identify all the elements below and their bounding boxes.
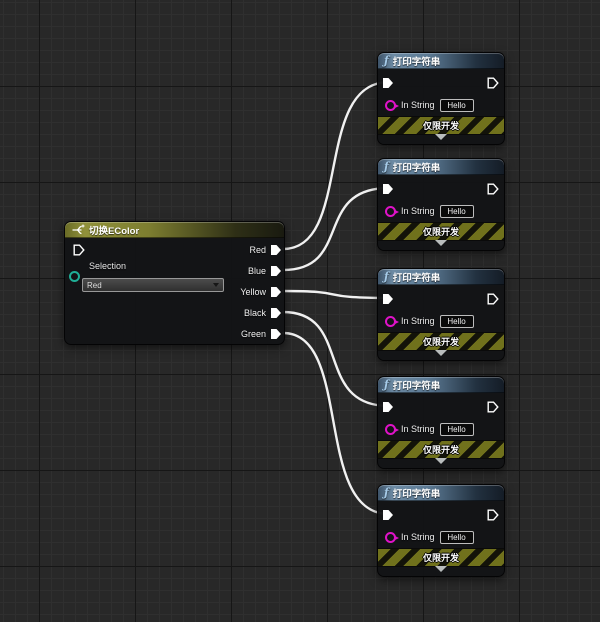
in-string-value-box[interactable]: Hello: [440, 205, 474, 218]
exec-output-pin-yellow[interactable]: [270, 286, 282, 298]
development-only-text: 仅限开发: [423, 335, 459, 348]
print-node-header[interactable]: ƒ 打印字符串: [378, 269, 504, 285]
collapse-arrow-icon[interactable]: [435, 240, 447, 246]
development-only-banner: 仅限开发: [378, 440, 504, 459]
function-icon: ƒ: [384, 378, 389, 391]
print-node-header[interactable]: ƒ 打印字符串: [378, 159, 504, 175]
in-string-label: In String: [401, 532, 435, 542]
development-only-banner: 仅限开发: [378, 548, 504, 567]
output-label: Yellow: [240, 287, 266, 297]
exec-output-pin[interactable]: [487, 293, 499, 305]
exec-input-pin[interactable]: [382, 77, 394, 89]
function-icon: ƒ: [384, 270, 389, 283]
print-node-header[interactable]: ƒ 打印字符串: [378, 53, 504, 69]
print-node-title: 打印字符串: [393, 486, 441, 500]
print-node-title: 打印字符串: [393, 378, 441, 392]
switch-icon: [71, 224, 85, 236]
output-row-green: Green: [241, 327, 282, 341]
print-node-header[interactable]: ƒ 打印字符串: [378, 485, 504, 501]
collapse-arrow-icon[interactable]: [435, 458, 447, 464]
print-node-title: 打印字符串: [393, 160, 441, 174]
collapse-arrow-icon[interactable]: [435, 134, 447, 140]
selection-enum-pin[interactable]: [69, 271, 80, 282]
development-only-text: 仅限开发: [423, 119, 459, 132]
wire-green-to-print-5[interactable]: [283, 333, 389, 514]
exec-input-pin[interactable]: [73, 244, 85, 256]
development-only-banner: 仅限开发: [378, 116, 504, 135]
output-row-blue: Blue: [248, 264, 282, 278]
exec-output-pin-blue[interactable]: [270, 265, 282, 277]
print-string-node-1[interactable]: ƒ 打印字符串 In String Hello 仅限开发: [377, 52, 505, 145]
print-node-title: 打印字符串: [393, 54, 441, 68]
exec-output-pin[interactable]: [487, 77, 499, 89]
wire-black-to-print-4[interactable]: [283, 312, 389, 406]
in-string-label: In String: [401, 316, 435, 326]
in-string-value-box[interactable]: Hello: [440, 315, 474, 328]
development-only-text: 仅限开发: [423, 225, 459, 238]
wire-blue-to-print-2[interactable]: [283, 188, 389, 270]
chevron-down-icon: [213, 283, 219, 287]
in-string-label: In String: [401, 100, 435, 110]
in-string-pin[interactable]: [385, 532, 396, 543]
switch-node-header[interactable]: 切换EColor: [65, 222, 284, 238]
exec-input-pin[interactable]: [382, 509, 394, 521]
in-string-label: In String: [401, 424, 435, 434]
development-only-banner: 仅限开发: [378, 332, 504, 351]
blueprint-graph[interactable]: 切换EColor Selection Red Red Blue Yellow Blac…: [0, 0, 600, 622]
output-row-red: Red: [249, 243, 282, 257]
print-string-node-3[interactable]: ƒ 打印字符串 In String Hello 仅限开发: [377, 268, 505, 361]
selection-dropdown-value: Red: [87, 281, 102, 290]
exec-input-pin[interactable]: [382, 401, 394, 413]
print-string-node-2[interactable]: ƒ 打印字符串 In String Hello 仅限开发: [377, 158, 505, 251]
wire-yellow-to-print-3[interactable]: [283, 291, 389, 298]
in-string-label: In String: [401, 206, 435, 216]
output-label: Red: [249, 245, 266, 255]
in-string-value-box[interactable]: Hello: [440, 99, 474, 112]
selection-dropdown[interactable]: Red: [82, 278, 224, 292]
print-string-node-4[interactable]: ƒ 打印字符串 In String Hello 仅限开发: [377, 376, 505, 469]
exec-output-pin-red[interactable]: [270, 244, 282, 256]
in-string-pin[interactable]: [385, 424, 396, 435]
output-label: Green: [241, 329, 266, 339]
in-string-pin[interactable]: [385, 316, 396, 327]
development-only-banner: 仅限开发: [378, 222, 504, 241]
exec-output-pin[interactable]: [487, 183, 499, 195]
in-string-pin[interactable]: [385, 206, 396, 217]
exec-output-pin[interactable]: [487, 401, 499, 413]
exec-input-pin[interactable]: [382, 183, 394, 195]
exec-output-pin-black[interactable]: [270, 307, 282, 319]
exec-output-pin[interactable]: [487, 509, 499, 521]
output-row-yellow: Yellow: [240, 285, 282, 299]
print-node-header[interactable]: ƒ 打印字符串: [378, 377, 504, 393]
collapse-arrow-icon[interactable]: [435, 566, 447, 572]
in-string-value-box[interactable]: Hello: [440, 423, 474, 436]
function-icon: ƒ: [384, 160, 389, 173]
exec-input-pin[interactable]: [382, 293, 394, 305]
switch-ecolor-node[interactable]: 切换EColor Selection Red Red Blue Yellow Blac…: [64, 221, 285, 345]
collapse-arrow-icon[interactable]: [435, 350, 447, 356]
print-string-node-5[interactable]: ƒ 打印字符串 In String Hello 仅限开发: [377, 484, 505, 577]
exec-output-pin-green[interactable]: [270, 328, 282, 340]
in-string-value-box[interactable]: Hello: [440, 531, 474, 544]
function-icon: ƒ: [384, 486, 389, 499]
output-label: Black: [244, 308, 266, 318]
function-icon: ƒ: [384, 54, 389, 67]
output-label: Blue: [248, 266, 266, 276]
in-string-pin[interactable]: [385, 100, 396, 111]
development-only-text: 仅限开发: [423, 551, 459, 564]
development-only-text: 仅限开发: [423, 443, 459, 456]
print-node-title: 打印字符串: [393, 270, 441, 284]
output-row-black: Black: [244, 306, 282, 320]
switch-node-title: 切换EColor: [89, 223, 139, 237]
selection-label: Selection: [89, 261, 126, 271]
